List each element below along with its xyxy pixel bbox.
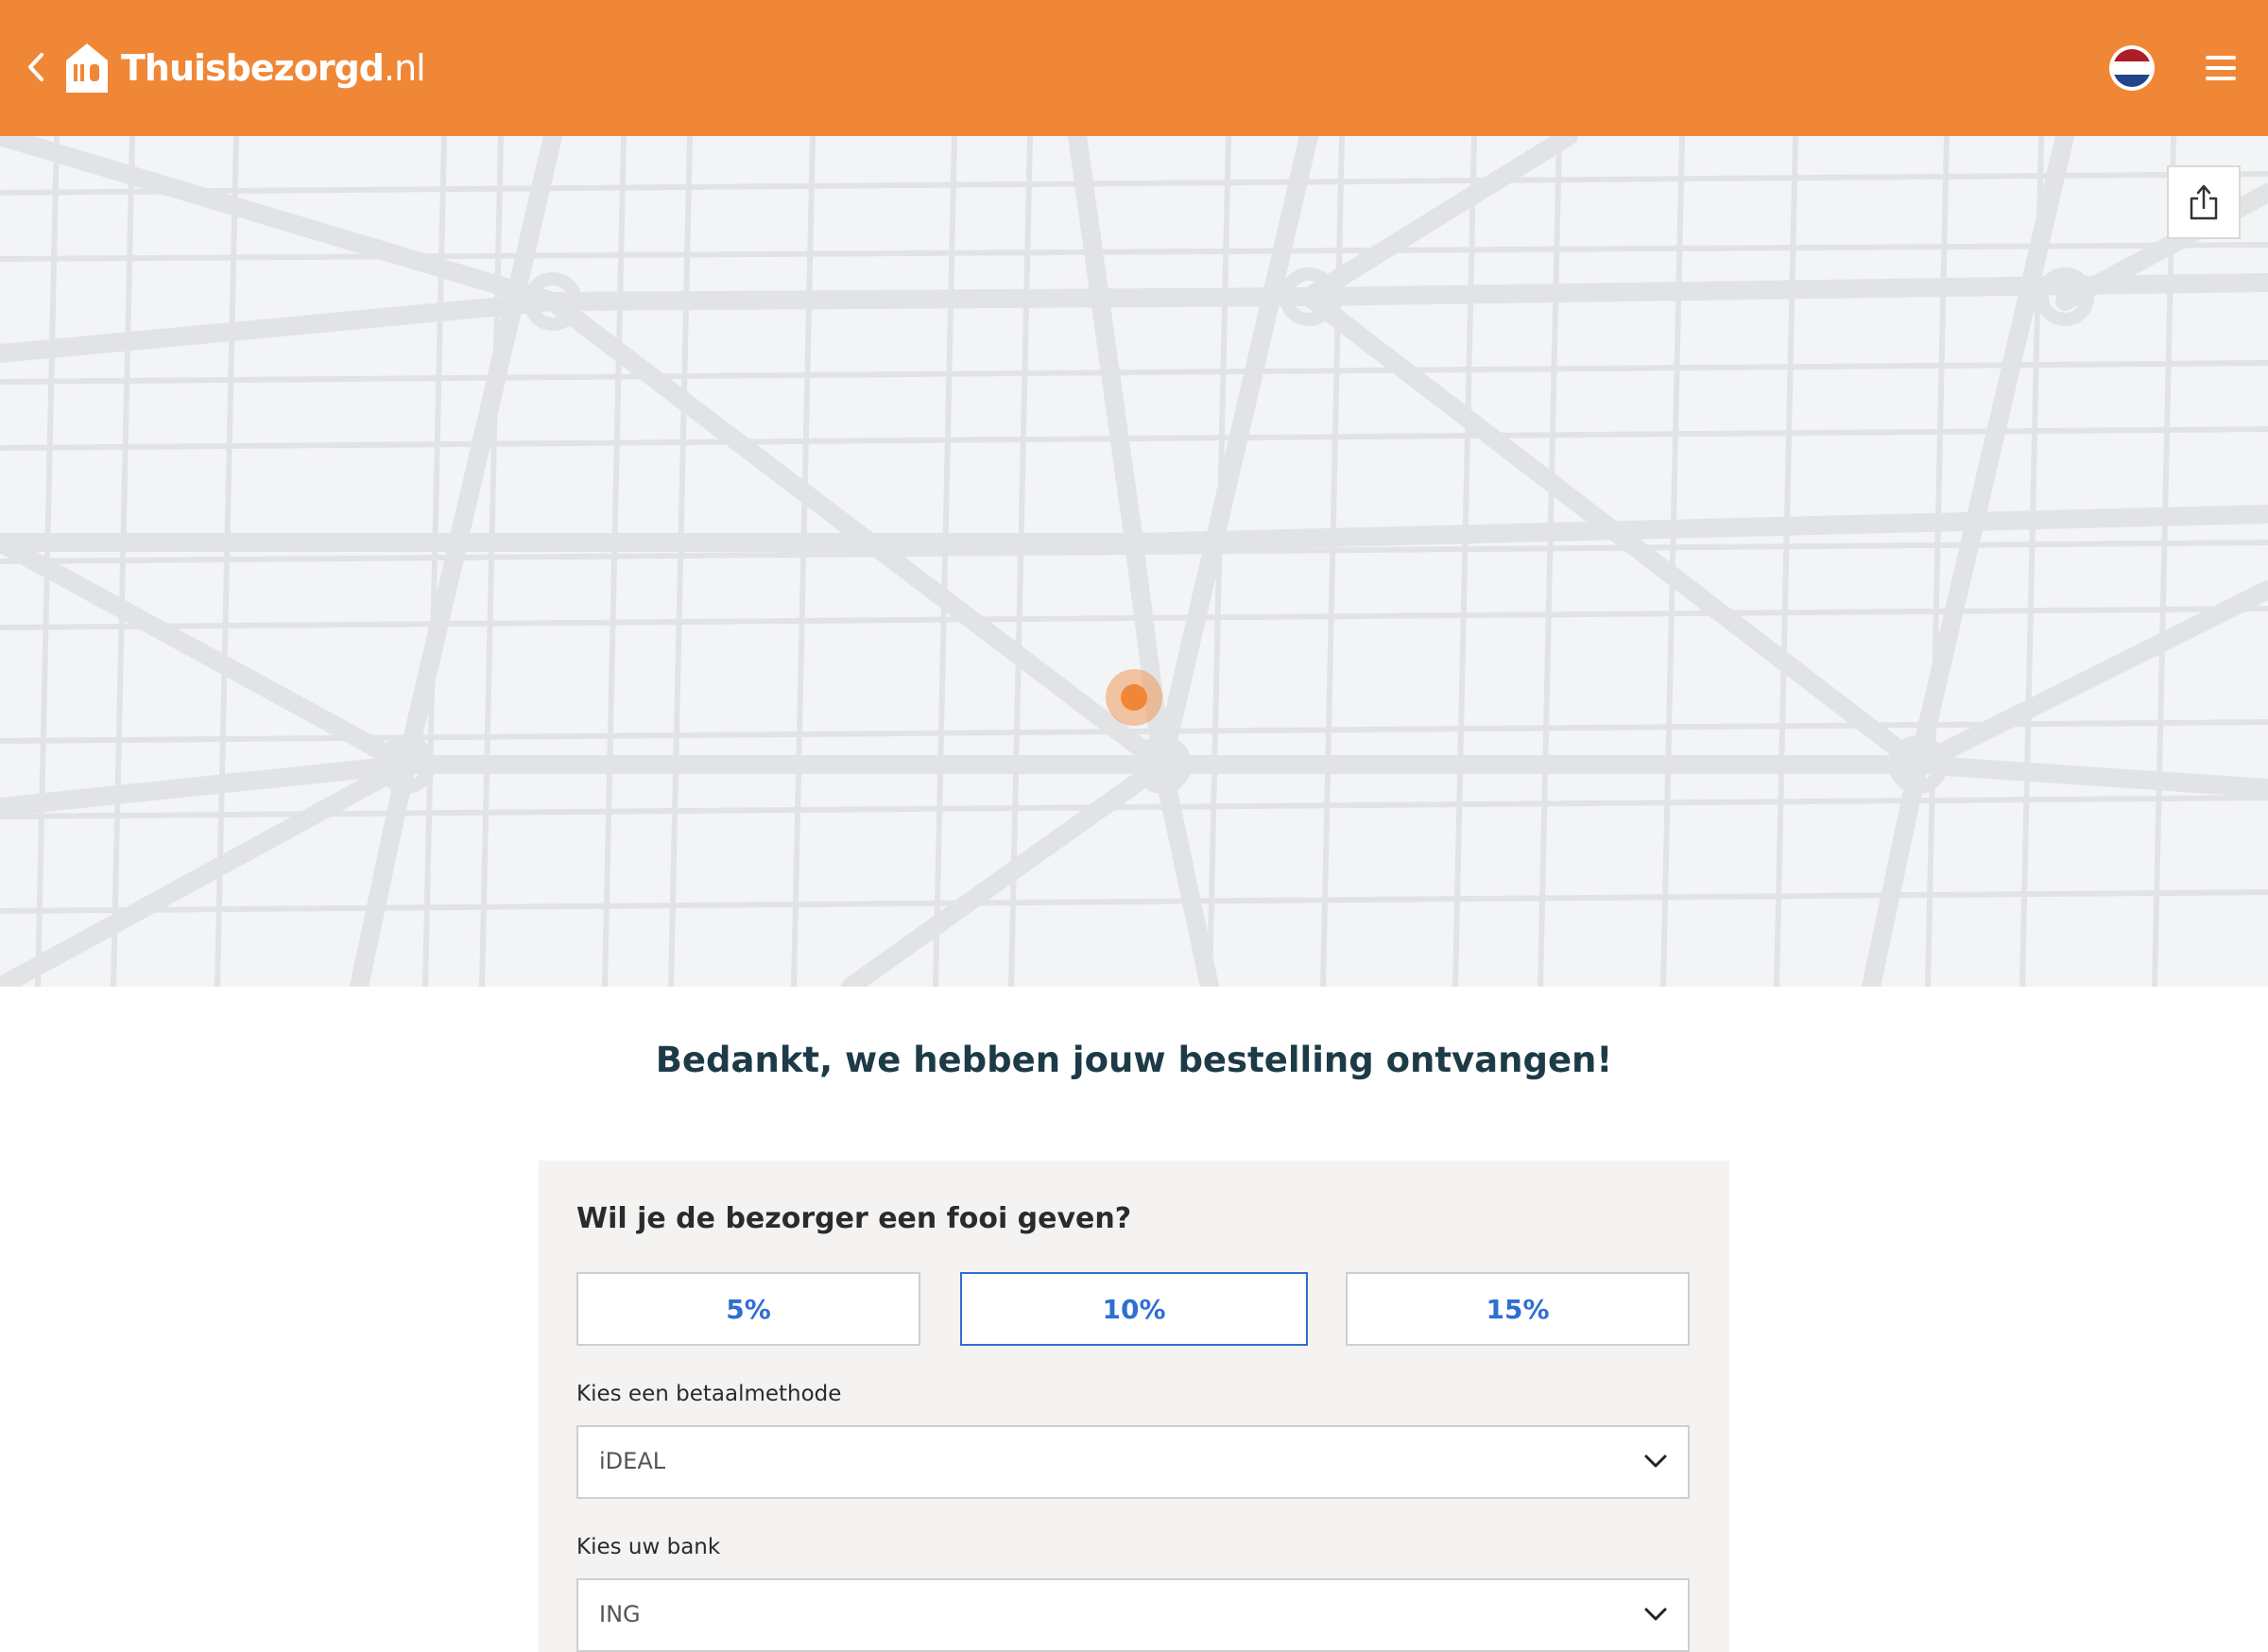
hamburger-menu-icon <box>2206 56 2236 80</box>
location-pin-icon <box>1106 669 1162 726</box>
bank-label: Kies uw bank <box>576 1535 721 1559</box>
bank-value: ING <box>599 1601 641 1627</box>
payment-method-select[interactable]: iDEAL <box>576 1425 1690 1499</box>
share-icon <box>2190 184 2218 220</box>
top-navigation-bar: Thuisbezorgd.nl <box>0 0 2268 136</box>
logo-house-icon <box>66 43 108 93</box>
confirmation-title: Bedankt, we hebben jouw bestelling ontva… <box>655 1040 1613 1080</box>
tip-option-5[interactable]: 5% <box>576 1272 920 1346</box>
brand-logo[interactable]: Thuisbezorgd.nl <box>60 38 426 98</box>
tip-option-10[interactable]: 10% <box>960 1272 1308 1346</box>
netherlands-flag-icon <box>2113 49 2151 87</box>
delivery-map[interactable] <box>0 136 2268 987</box>
tip-option-15[interactable]: 15% <box>1346 1272 1690 1346</box>
back-button[interactable] <box>21 45 55 89</box>
tip-payment-panel: Wil je de bezorger een fooi geven? 5% 10… <box>539 1161 1729 1652</box>
chevron-down-icon <box>1644 1454 1667 1468</box>
chevron-down-icon <box>1644 1608 1667 1621</box>
bank-select[interactable]: ING <box>576 1578 1690 1652</box>
payment-method-label: Kies een betaalmethode <box>576 1382 842 1406</box>
share-button[interactable] <box>2167 165 2241 239</box>
menu-button[interactable] <box>2204 53 2238 83</box>
language-selector[interactable] <box>2109 45 2155 91</box>
payment-method-value: iDEAL <box>599 1448 666 1474</box>
location-pin-dot <box>1121 684 1147 711</box>
tip-question: Wil je de bezorger een fooi geven? <box>576 1202 1132 1235</box>
brand-name: Thuisbezorgd.nl <box>121 47 426 89</box>
chevron-left-icon <box>28 53 43 81</box>
map-streets <box>0 136 2268 987</box>
